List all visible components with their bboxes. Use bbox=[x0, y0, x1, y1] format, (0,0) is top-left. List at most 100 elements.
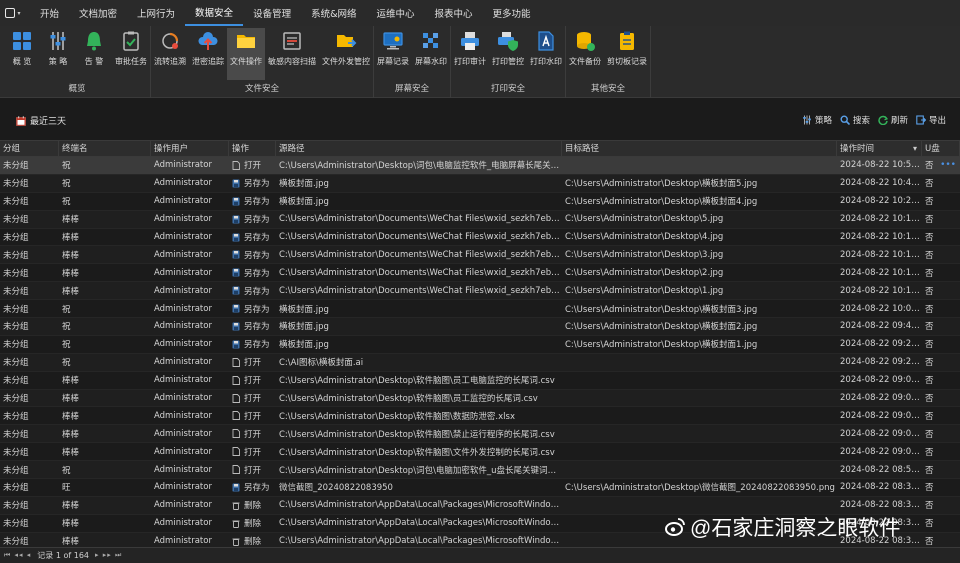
table-cell: 2024-08-22 10:11:41 bbox=[840, 285, 922, 296]
menu-item-3[interactable]: 数据安全 bbox=[185, 0, 244, 26]
table-cell: 未分组 bbox=[3, 411, 29, 422]
table-row[interactable]: 未分组 棒棒 Administrator 另存为 C:\Users\Administra… bbox=[0, 229, 960, 247]
table-cell: 祝 bbox=[62, 322, 71, 333]
column-header-5[interactable]: 目标路径 bbox=[562, 141, 837, 156]
pager-prev-buttons[interactable]: ⏮ ◂◂ ◂ bbox=[4, 551, 31, 560]
table-row[interactable]: 未分组 祝 Administrator 另存为 横板封面.jpg C:\Users\Adm… bbox=[0, 174, 960, 193]
table-row[interactable]: 未分组 棒棒 Administrator 打开 C:\Users\Administrat… bbox=[0, 425, 960, 444]
operation-cell: 删除 bbox=[229, 535, 276, 547]
column-header-1[interactable]: 终端名 bbox=[59, 141, 151, 156]
operation-cell: 打开 bbox=[229, 356, 276, 368]
toolbar-button-3[interactable]: 导出 bbox=[916, 114, 946, 126]
ribbon-tool-label: 审批任务 bbox=[115, 57, 147, 66]
ribbon-tool-1-4[interactable]: 文件外发管控 bbox=[319, 28, 373, 80]
table-cell: 2024-08-22 09:20:28 bbox=[840, 357, 922, 368]
table-row[interactable]: 未分组 祝 Administrator 另存为 横板封面.jpg C:\Users\Adm… bbox=[0, 300, 960, 319]
toolbar-button-0[interactable]: 策略 bbox=[802, 114, 832, 126]
table-cell: 2024-08-22 10:16:08 bbox=[840, 214, 922, 225]
chevron-down-icon: ▾ bbox=[17, 9, 21, 17]
ribbon-tool-1-3[interactable]: 敏感内容扫描 bbox=[265, 28, 319, 80]
menu-item-8[interactable]: 更多功能 bbox=[483, 0, 541, 26]
ribbon-tool-0-3[interactable]: 审批任务 bbox=[112, 28, 150, 80]
operation-cell: 另存为 bbox=[229, 481, 276, 493]
operation-label: 另存为 bbox=[244, 233, 270, 243]
ribbon-tool-2-0[interactable]: 屏幕记录 bbox=[374, 28, 412, 80]
table-row[interactable]: 未分组 棒棒 Administrator 打开 C:\Users\Administrat… bbox=[0, 389, 960, 408]
ribbon-tool-0-0[interactable]: 概 览 bbox=[4, 28, 40, 80]
ribbon-tool-4-1[interactable]: 剪切板记录 bbox=[604, 28, 650, 80]
column-header-3[interactable]: 操作 bbox=[229, 141, 276, 156]
table-cell: C:\Users\Administrator\Desktop\微信截图_2024… bbox=[565, 483, 835, 494]
ribbon-tool-2-1[interactable]: 屏幕水印 bbox=[412, 28, 450, 80]
table-cell: 祝 bbox=[62, 179, 71, 190]
column-header-6[interactable]: 操作时间 ▾ bbox=[837, 141, 922, 156]
ribbon-tool-3-0[interactable]: 打印审计 bbox=[451, 28, 489, 80]
row-more-icon[interactable]: ••• bbox=[940, 160, 956, 170]
table-cell: Administrator bbox=[154, 178, 212, 189]
table-row[interactable]: 未分组 棒棒 Administrator 另存为 C:\Users\Administra… bbox=[0, 210, 960, 229]
table-row[interactable]: 未分组 棒棒 Administrator 另存为 C:\Users\Administra… bbox=[0, 246, 960, 265]
printer-shield-icon bbox=[498, 32, 518, 51]
table-row[interactable]: 未分组 祝 Administrator 打开 C:\AI图标\横板封面.ai 2024-0… bbox=[0, 353, 960, 372]
table-row[interactable]: 未分组 祝 Administrator 打开 C:\Users\Administrato… bbox=[0, 461, 960, 480]
operation-cell: 打开 bbox=[229, 159, 276, 171]
table-cell: 否 bbox=[925, 519, 934, 530]
ribbon-tool-label: 打印管控 bbox=[492, 57, 524, 66]
table-row[interactable]: 未分组 棒棒 Administrator 打开 C:\Users\Administrat… bbox=[0, 443, 960, 462]
column-header-2[interactable]: 操作用户 bbox=[151, 141, 229, 156]
table-cell: Administrator bbox=[154, 482, 212, 493]
table-cell: C:\Users\Administrator\Desktop\横板封面2.jpg bbox=[565, 322, 758, 333]
operation-label: 删除 bbox=[244, 537, 262, 548]
ribbon-tool-1-0[interactable]: 流转追溯 bbox=[151, 28, 189, 80]
ribbon-tool-4-0[interactable]: 文件备份 bbox=[566, 28, 604, 80]
table-row[interactable]: 未分组 祝 Administrator 另存为 横板封面.jpg C:\Users\Adm… bbox=[0, 336, 960, 354]
table-cell: 旺 bbox=[62, 483, 71, 494]
list-toolbar: 最近三天 策略 搜索 刷新 导出 bbox=[0, 110, 960, 132]
table-row[interactable]: 未分组 旺 Administrator 另存为 微信截图_20240822083950 C… bbox=[0, 479, 960, 497]
table-row[interactable]: 未分组 祝 Administrator 打开 C:\Users\Administrato… bbox=[0, 157, 960, 175]
ribbon-tool-1-2[interactable]: 文件操作 bbox=[227, 28, 265, 80]
menu-bar: ▾ 开始 文档加密 上网行为 数据安全 设备管理 系统&网络 运维中心 报表中心 更多功能 bbox=[0, 0, 960, 26]
table-cell: 2024-08-22 09:09:36 bbox=[840, 375, 922, 386]
pager-next-buttons[interactable]: ▸ ▸▸ ⏭ bbox=[95, 551, 122, 560]
table-row[interactable]: 未分组 棒棒 Administrator 打开 C:\Users\Administrat… bbox=[0, 372, 960, 390]
menu-item-2[interactable]: 上网行为 bbox=[127, 0, 185, 26]
menu-item-4[interactable]: 设备管理 bbox=[243, 0, 301, 26]
menu-item-7[interactable]: 报表中心 bbox=[425, 0, 483, 26]
menu-item-5[interactable]: 系统&网络 bbox=[301, 0, 366, 26]
ribbon-tool-0-2[interactable]: 告 警 bbox=[76, 28, 112, 80]
table-cell: 否 bbox=[925, 483, 934, 494]
table-cell: 否 bbox=[925, 286, 934, 297]
ribbon-tool-3-1[interactable]: 打印管控 bbox=[489, 28, 527, 80]
column-header-0[interactable]: 分组 bbox=[0, 141, 59, 156]
table-cell: C:\Users\Administrator\AppData\Local\Pac… bbox=[279, 536, 562, 547]
table-cell: Administrator bbox=[154, 446, 212, 457]
ribbon-tool-0-1[interactable]: 策 略 bbox=[40, 28, 76, 80]
column-header-4[interactable]: 源路径 bbox=[276, 141, 562, 156]
table-cell: 2024-08-22 10:13:06 bbox=[840, 267, 922, 278]
file-icon bbox=[232, 375, 240, 385]
toolbar-button-2[interactable]: 刷新 bbox=[878, 114, 908, 126]
table-row[interactable]: 未分组 祝 Administrator 另存为 横板封面.jpg C:\Users\Adm… bbox=[0, 318, 960, 336]
date-range-button[interactable]: 最近三天 bbox=[16, 114, 66, 127]
table-cell: 祝 bbox=[62, 161, 71, 172]
ribbon-tool-label: 文件备份 bbox=[569, 57, 601, 66]
menu-item-0[interactable]: 开始 bbox=[30, 0, 69, 26]
table-cell: 棒棒 bbox=[62, 250, 80, 261]
table-row[interactable]: 未分组 棒棒 Administrator 另存为 C:\Users\Administra… bbox=[0, 264, 960, 283]
ribbon-tool-1-1[interactable]: 泄密追踪 bbox=[189, 28, 227, 80]
table-cell: 2024-08-22 09:07:57 bbox=[840, 428, 922, 439]
clipboard-icon bbox=[620, 31, 634, 50]
folder-send-icon bbox=[337, 35, 357, 47]
menu-item-6[interactable]: 运维中心 bbox=[367, 0, 425, 26]
column-header-7[interactable]: U盘 bbox=[922, 141, 960, 156]
toolbar-button-1[interactable]: 搜索 bbox=[840, 114, 870, 126]
table-cell: C:\Users\Administrator\Desktop\横板封面5.jpg bbox=[565, 179, 758, 190]
table-row[interactable]: 未分组 棒棒 Administrator 另存为 C:\Users\Administra… bbox=[0, 282, 960, 301]
table-row[interactable]: 未分组 棒棒 Administrator 打开 C:\Users\Administrat… bbox=[0, 407, 960, 426]
table-cell: 2024-08-22 10:56:37 bbox=[840, 160, 922, 171]
ribbon-tool-3-2[interactable]: 打印水印 bbox=[527, 28, 565, 80]
table-row[interactable]: 未分组 祝 Administrator 另存为 横板封面.jpg C:\Users\Adm… bbox=[0, 193, 960, 211]
menu-item-1[interactable]: 文档加密 bbox=[69, 0, 127, 26]
app-menu-button[interactable]: ▾ bbox=[0, 0, 26, 26]
